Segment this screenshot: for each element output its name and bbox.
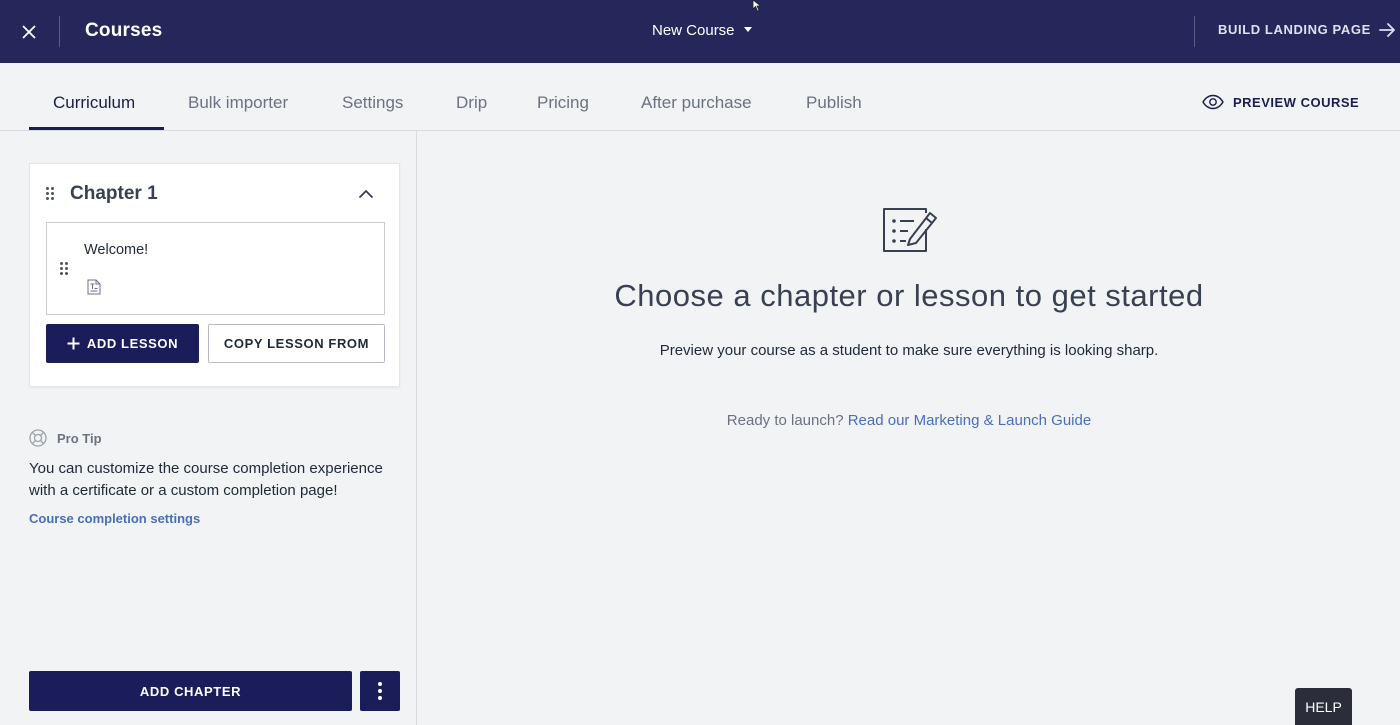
pro-tip-header: Pro Tip [29,429,399,447]
add-chapter-button[interactable]: ADD CHAPTER [29,671,352,711]
more-options-button[interactable] [360,671,400,711]
tab-bar: Curriculum Bulk importer Settings Drip P… [0,63,1400,131]
chapter-title[interactable]: Chapter 1 [70,183,158,205]
tab-pricing[interactable]: Pricing [537,93,589,113]
build-landing-label: BUILD LANDING PAGE [1218,22,1371,37]
tab-after-purchase[interactable]: After purchase [641,93,752,113]
course-name: New Course [652,22,735,39]
eye-icon [1202,94,1224,110]
top-bar: Courses New Course BUILD LANDING PAGE [0,0,1400,63]
lifebuoy-icon [29,429,47,447]
chapter-card: Chapter 1 Welcome! ADD LESSON COPY LESSO… [29,163,400,387]
course-selector[interactable]: New Course [652,22,752,39]
tab-settings[interactable]: Settings [342,93,403,113]
course-completion-settings-link[interactable]: Course completion settings [29,511,200,526]
pro-tip: Pro Tip You can customize the course com… [29,429,399,528]
pro-tip-heading: Pro Tip [57,430,102,446]
launch-guide-link[interactable]: Read our Marketing & Launch Guide [848,412,1091,429]
copy-lesson-from-button[interactable]: COPY LESSON FROM [208,324,385,363]
tab-bulk-importer[interactable]: Bulk importer [188,93,288,113]
preview-course-button[interactable]: PREVIEW COURSE [1202,94,1359,110]
tab-drip[interactable]: Drip [456,93,487,113]
divider [1194,16,1195,47]
main-heading: Choose a chapter or lesson to get starte… [614,278,1204,313]
mouse-cursor-icon [752,0,762,12]
plus-icon [67,337,80,350]
main-subtext: Preview your course as a student to make… [659,342,1159,359]
copy-lesson-label: COPY LESSON FROM [223,336,370,351]
app-title: Courses [85,20,163,41]
lesson-title: Welcome! [84,242,149,258]
close-button[interactable] [14,17,44,47]
launch-prefix: Ready to launch? [726,412,844,429]
caret-down-icon [743,27,752,32]
pro-tip-text: You can customize the course completion … [29,460,383,499]
drag-handle-icon[interactable] [60,262,68,275]
main-content: Choose a chapter or lesson to get starte… [418,131,1400,725]
chevron-up-icon [359,190,373,198]
drag-handle-icon[interactable] [46,187,54,200]
curriculum-sidebar: Chapter 1 Welcome! ADD LESSON COPY LESSO… [0,131,417,725]
arrow-right-icon [1378,22,1395,37]
lesson-item[interactable]: Welcome! [46,222,385,315]
close-icon [22,25,36,39]
edit-list-icon [882,207,938,260]
tab-curriculum[interactable]: Curriculum [53,93,135,113]
help-button[interactable]: HELP [1295,688,1352,725]
active-tab-indicator [29,127,164,130]
collapse-chapter-button[interactable] [356,184,376,204]
kebab-icon [378,682,382,686]
text-document-icon [87,279,101,300]
tab-publish[interactable]: Publish [806,93,862,113]
divider [59,16,60,47]
preview-course-label: PREVIEW COURSE [1233,94,1360,110]
launch-guide-line: Ready to launch? Read our Marketing & La… [418,412,1400,429]
build-landing-page-button[interactable]: BUILD LANDING PAGE [1218,22,1396,37]
add-lesson-button[interactable]: ADD LESSON [46,324,199,363]
add-lesson-label: ADD LESSON [86,336,179,351]
